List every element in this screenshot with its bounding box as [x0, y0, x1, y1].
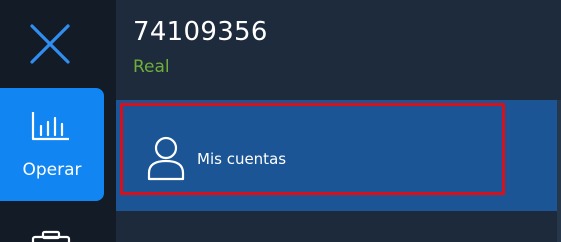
account-number: 74109356: [133, 17, 268, 47]
account-panel: 74109356 Real Mis cuentas: [116, 0, 561, 242]
rail-item-operar[interactable]: Operar: [0, 88, 104, 201]
bar-chart-icon: [31, 112, 69, 141]
side-rail: Operar: [0, 0, 116, 242]
close-button[interactable]: [28, 22, 72, 66]
rail-item-operar-label: Operar: [22, 160, 82, 180]
app-window: Operar 74109356 Real Mis cuentas: [0, 0, 561, 242]
menu-item-label: Mis cuentas: [197, 150, 287, 168]
account-header: 74109356 Real: [116, 0, 561, 100]
rail-item-briefcase[interactable]: [30, 226, 72, 242]
account-menu: Mis cuentas: [116, 100, 557, 211]
user-icon: [147, 136, 185, 181]
panel-scrollbar[interactable]: [557, 100, 561, 242]
account-type-label: Real: [133, 57, 170, 77]
close-icon: [30, 24, 70, 64]
menu-item-mis-cuentas[interactable]: Mis cuentas: [120, 103, 505, 195]
briefcase-icon: [31, 230, 71, 242]
